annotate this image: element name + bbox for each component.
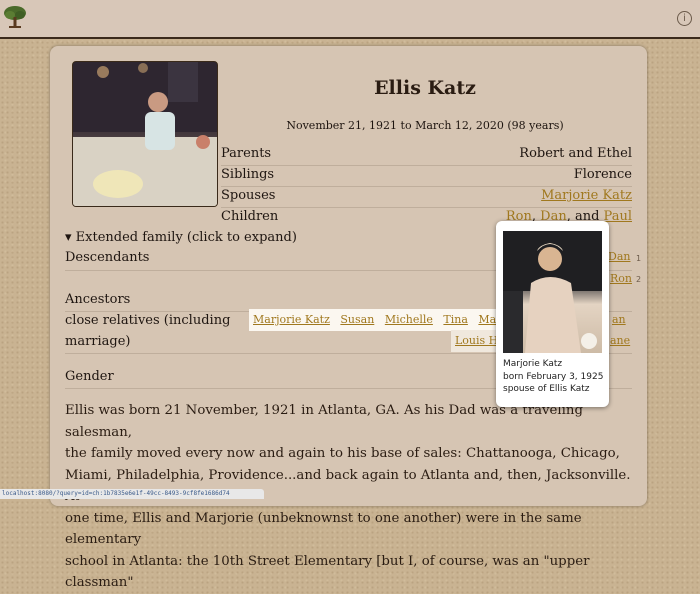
descendant-link[interactable]: Dan <box>608 250 630 263</box>
tree-icon[interactable] <box>2 4 28 30</box>
person-name: Ellis Katz <box>374 77 476 99</box>
spouse-link[interactable]: Marjorie Katz <box>541 188 632 203</box>
bio-line: Miami, Philadelphia, Providence...and ba… <box>65 467 631 505</box>
descendants-label: Descendants <box>65 250 150 265</box>
relative-link[interactable]: Susan <box>340 313 374 326</box>
divider <box>221 165 632 166</box>
relative-link[interactable]: Michelle <box>385 313 433 326</box>
status-bar-url: localhost:8080/?query=id=ch:1b7835e6e1f-… <box>0 489 264 499</box>
siblings-value: Florence <box>573 167 632 182</box>
siblings-row: Siblings Florence <box>0 167 700 187</box>
child-link[interactable]: Paul <box>604 209 632 224</box>
descendant-link[interactable]: Ron <box>610 272 632 285</box>
relative-link[interactable]: ane <box>610 334 630 347</box>
bio-line: the family moved every now and again to … <box>65 446 620 461</box>
hover-popup: Marjorie Katz born February 3, 1925 spou… <box>496 221 609 407</box>
relative-link[interactable]: an <box>612 313 626 326</box>
close-relatives-label-line1: close relatives (including <box>65 313 231 328</box>
popup-photo <box>503 231 602 353</box>
siblings-label: Siblings <box>221 167 275 182</box>
close-relatives-row: Marjorie Katz Susan Michelle Tina Margie… <box>249 309 534 331</box>
top-bar: i <box>0 0 700 39</box>
popup-text: Marjorie Katz born February 3, 1925 spou… <box>503 358 607 396</box>
relative-link[interactable]: Louis H <box>455 334 498 347</box>
parents-row: Parents Robert and Ethel <box>0 146 700 166</box>
popup-relation: spouse of Ellis Katz <box>503 384 590 394</box>
spouses-label: Spouses <box>221 188 276 203</box>
descendant-count: 2 <box>636 275 642 284</box>
close-relatives-label-line2: marriage) <box>65 334 131 349</box>
gender-label: Gender <box>65 369 114 384</box>
divider <box>221 186 632 187</box>
ancestors-label: Ancestors <box>65 292 131 307</box>
popup-born: born February 3, 1925 <box>503 371 604 382</box>
info-icon[interactable]: i <box>677 11 692 26</box>
parents-label: Parents <box>221 146 272 161</box>
divider <box>221 207 632 208</box>
spouses-row: Spouses Marjorie Katz <box>0 188 700 208</box>
children-label: Children <box>221 209 279 224</box>
bio-line: school in Atlanta: the 10th Street Eleme… <box>65 553 590 591</box>
extended-family-toggle[interactable]: ▾ Extended family (click to expand) <box>65 230 297 245</box>
life-dates: November 21, 1921 to March 12, 2020 (98 … <box>286 119 564 132</box>
descendant-count: 1 <box>636 254 642 263</box>
parents-value: Robert and Ethel <box>519 146 632 161</box>
bio-line: one time, Ellis and Marjorie (unbeknowns… <box>65 510 582 548</box>
close-relatives-row: Louis H <box>451 330 503 352</box>
relative-link[interactable]: Tina <box>443 313 468 326</box>
popup-name: Marjorie Katz <box>503 359 563 369</box>
relative-link[interactable]: Marjorie Katz <box>253 313 330 326</box>
